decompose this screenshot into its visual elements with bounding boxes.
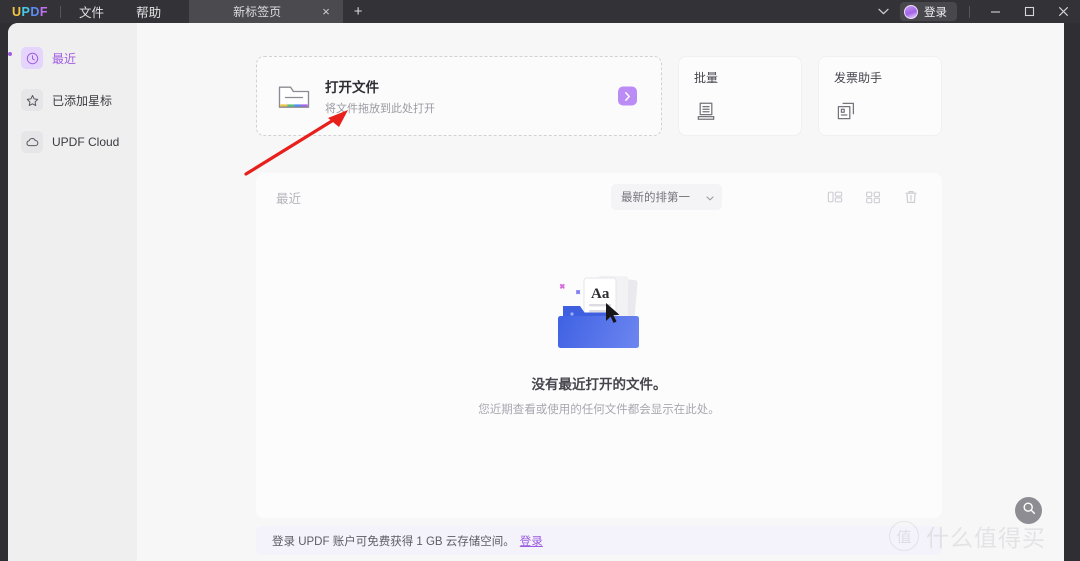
star-icon (21, 89, 43, 111)
empty-state-subtitle: 您近期查看或使用的任何文件都会显示在此处。 (478, 401, 720, 417)
titlebar-right: 登录 (866, 0, 1080, 23)
empty-state-title: 没有最近打开的文件。 (532, 373, 667, 393)
plus-icon[interactable]: + (343, 0, 373, 23)
batch-card[interactable]: 批量 (678, 56, 802, 136)
menu-help-label: 帮助 (136, 2, 161, 21)
open-file-card[interactable]: 打开文件 将文件拖放到此处打开 (256, 56, 662, 136)
logo-letter-u: U (12, 5, 22, 19)
cloud-storage-banner: 登录 UPDF 账户可免费获得 1 GB 云存储空间。 登录 (256, 526, 942, 555)
search-fab-button[interactable] (1015, 497, 1042, 524)
sidebar-item-recent[interactable]: 最近 (18, 43, 129, 73)
close-icon[interactable]: × (317, 3, 335, 21)
tab-strip: 新标签页 × + (189, 0, 373, 23)
list-view-icon[interactable] (826, 188, 844, 206)
updf-window: UPDF 文件 帮助 新标签页 × + 登录 (0, 0, 1080, 561)
cloud-icon (21, 131, 43, 153)
folder-icon (277, 81, 311, 111)
tab-new-page[interactable]: 新标签页 × (189, 0, 343, 23)
sidebar-item-cloud-label: UPDF Cloud (52, 135, 119, 149)
svg-text:Aa: Aa (591, 286, 610, 302)
open-file-text: 打开文件 将文件拖放到此处打开 (325, 76, 435, 116)
minimize-button[interactable] (978, 0, 1012, 23)
body-area: 最近 已添加星标 UPDF Cloud (8, 23, 1064, 561)
invoice-assistant-card[interactable]: 发票助手 (818, 56, 942, 136)
recent-toolbar: 最近 最新的排第一 (256, 173, 942, 221)
batch-document-icon (694, 99, 718, 123)
recent-panel: 最近 最新的排第一 (256, 173, 942, 518)
open-file-title: 打开文件 (325, 76, 435, 96)
chevron-right-icon[interactable] (618, 87, 637, 106)
titlebar-divider (969, 6, 970, 18)
open-file-subtitle: 将文件拖放到此处打开 (325, 100, 435, 116)
grid-view-icon[interactable] (864, 188, 882, 206)
sidebar-item-starred-label: 已添加星标 (52, 92, 112, 109)
empty-state: Aa (256, 259, 942, 417)
logo-letter-f: F (40, 5, 48, 19)
quick-action-cards: 打开文件 将文件拖放到此处打开 批量 (256, 56, 1064, 136)
active-indicator-dot (8, 52, 12, 56)
chevron-down-icon (706, 188, 714, 206)
search-icon (1022, 501, 1036, 520)
batch-card-title: 批量 (694, 69, 801, 86)
sidebar-item-cloud[interactable]: UPDF Cloud (18, 127, 129, 157)
menu-file[interactable]: 文件 (63, 0, 120, 23)
sidebar-item-starred[interactable]: 已添加星标 (18, 85, 129, 115)
logo-divider (60, 6, 61, 18)
recent-section-title: 最近 (276, 188, 301, 207)
login-button-label: 登录 (924, 4, 947, 20)
invoice-card-title: 发票助手 (834, 69, 941, 86)
clock-icon (21, 47, 43, 69)
tab-label: 新标签页 (197, 3, 317, 20)
sort-dropdown[interactable]: 最新的排第一 (611, 184, 722, 210)
trash-icon[interactable] (902, 188, 920, 206)
empty-folder-illustration: Aa (534, 259, 664, 359)
sort-dropdown-label: 最新的排第一 (621, 189, 690, 205)
close-window-button[interactable] (1046, 0, 1080, 23)
logo-letter-p: P (22, 5, 31, 19)
watermark-text: 什么值得买 (926, 519, 1046, 553)
invoice-copy-icon (834, 99, 858, 123)
chevron-down-icon[interactable] (866, 0, 900, 23)
sidebar: 最近 已添加星标 UPDF Cloud (8, 23, 137, 561)
title-bar: UPDF 文件 帮助 新标签页 × + 登录 (0, 0, 1080, 23)
banner-login-link[interactable]: 登录 (520, 533, 543, 549)
login-button[interactable]: 登录 (900, 2, 957, 21)
menu-file-label: 文件 (79, 2, 104, 21)
banner-text: 登录 UPDF 账户可免费获得 1 GB 云存储空间。 (272, 533, 515, 549)
view-tools (826, 188, 920, 206)
main-content: 打开文件 将文件拖放到此处打开 批量 (137, 23, 1064, 561)
app-logo: UPDF (0, 0, 58, 23)
logo-letter-d: D (30, 5, 40, 19)
maximize-button[interactable] (1012, 0, 1046, 23)
menu-help[interactable]: 帮助 (120, 0, 177, 23)
sidebar-item-recent-label: 最近 (52, 50, 76, 67)
avatar (904, 5, 918, 19)
